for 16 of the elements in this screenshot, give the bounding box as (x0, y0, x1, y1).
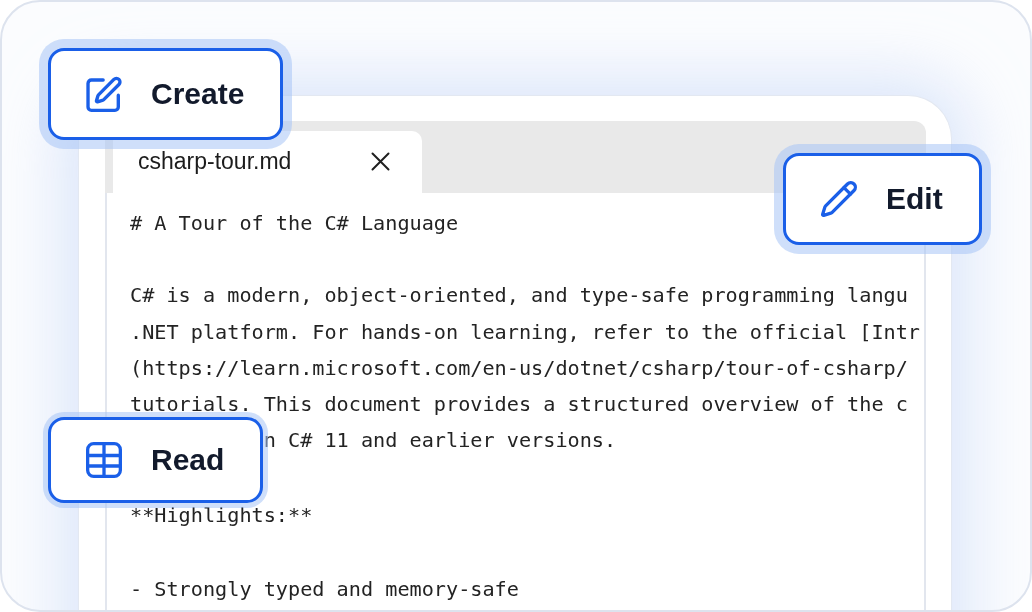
square-pencil-icon (86, 76, 122, 112)
code-line: n C# 11 and earlier versions. (263, 427, 617, 455)
grid-icon (86, 442, 122, 478)
code-line: - Strongly typed and memory-safe (130, 575, 519, 603)
close-icon[interactable] (371, 151, 390, 171)
read-button[interactable]: Read (48, 417, 264, 503)
code-line: # A Tour of the C# Language (130, 210, 459, 237)
code-line: tutorials. This document provides a structured overview of the c (130, 390, 908, 418)
create-button[interactable]: Create (48, 48, 284, 140)
code-line: **Highlights:** (130, 501, 313, 529)
pencil-icon (821, 181, 857, 217)
edit-button[interactable]: Edit (783, 153, 982, 245)
code-line: .NET platform. For hands-on learning, refer to the official [Intr (130, 318, 920, 346)
code-line: C# is a modern, object-oriented, and type-safe programming langu (130, 282, 908, 310)
code-line: (https://learn.microsoft.com/en-us/dotnet/csharp/tour-of-csharp/ (130, 354, 908, 382)
file-tab[interactable]: csharp-tour.md (113, 131, 422, 193)
